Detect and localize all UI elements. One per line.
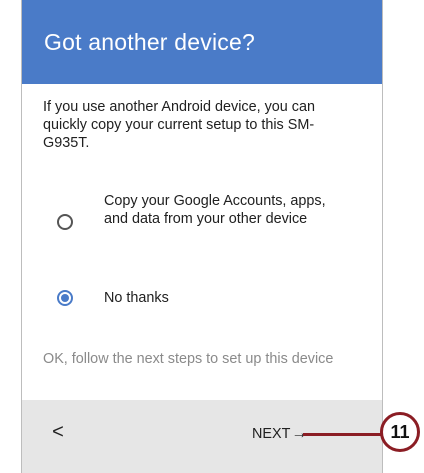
back-button[interactable]: < — [46, 418, 70, 446]
bottom-nav-bar: < NEXT→ — [22, 400, 382, 473]
page-title: Got another device? — [44, 29, 255, 55]
callout-line — [303, 433, 381, 436]
option-no-thanks[interactable]: No thanks — [22, 287, 382, 311]
radio-checked-icon[interactable] — [57, 290, 73, 306]
next-button[interactable]: NEXT→ — [252, 422, 307, 446]
next-button-label: NEXT — [252, 426, 291, 442]
intro-text: If you use another Android device, you c… — [43, 99, 316, 151]
option-copy-accounts-label: Copy your Google Accounts, apps, and dat… — [104, 193, 326, 227]
setup-screen: Got another device? If you use another A… — [21, 0, 383, 473]
radio-unchecked-icon[interactable] — [57, 214, 73, 230]
callout-badge: 11 — [380, 412, 420, 452]
option-copy-accounts[interactable]: Copy your Google Accounts, apps, and dat… — [22, 192, 382, 256]
option-no-thanks-label: No thanks — [104, 290, 169, 306]
footnote-text: OK, follow the next steps to set up this… — [43, 351, 334, 367]
header-bar: Got another device? — [22, 0, 382, 84]
